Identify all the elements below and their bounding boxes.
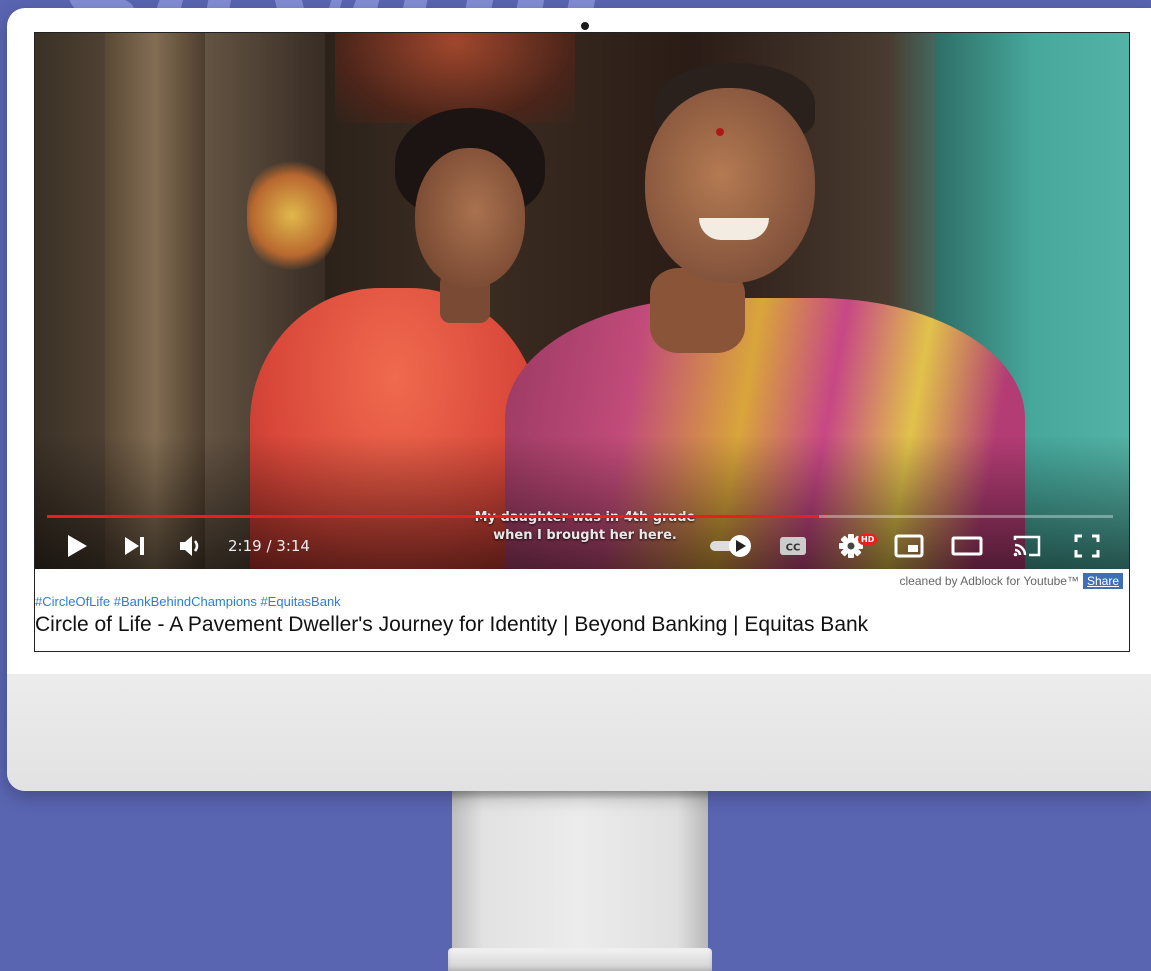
play-icon — [68, 535, 87, 557]
next-button[interactable] — [120, 525, 150, 567]
adblock-banner: cleaned by Adblock for Youtube™ Share — [899, 573, 1123, 589]
captions-icon: CC — [780, 537, 806, 555]
monitor-chin — [7, 674, 1151, 791]
share-button[interactable]: Share — [1082, 573, 1123, 589]
play-button[interactable] — [62, 525, 92, 567]
cast-icon — [1013, 535, 1041, 557]
video-hashtags[interactable]: #CircleOfLife #BankBehindChampions #Equi… — [35, 594, 341, 609]
hd-badge: HD — [858, 534, 878, 545]
player-controls: 2:19 / 3:14 CC — [35, 525, 1129, 567]
miniplayer-icon — [894, 534, 924, 558]
captions-button[interactable]: CC — [775, 525, 811, 567]
monitor: My daughter was in 4th grade when I brou… — [7, 8, 1151, 791]
fullscreen-icon — [1074, 534, 1100, 558]
progress-bar-played — [47, 515, 819, 518]
adblock-text: cleaned by Adblock for Youtube™ — [899, 574, 1079, 588]
screen: My daughter was in 4th grade when I brou… — [34, 32, 1130, 652]
theater-icon — [951, 536, 983, 556]
time-display: 2:19 / 3:14 — [228, 537, 310, 555]
monitor-stand-base — [448, 948, 712, 971]
miniplayer-button[interactable] — [891, 525, 927, 567]
video-title: Circle of Life - A Pavement Dweller's Jo… — [35, 613, 869, 636]
stand-shadow — [452, 790, 708, 800]
video-gradient-overlay — [35, 33, 1129, 569]
theater-mode-button[interactable] — [949, 525, 985, 567]
fullscreen-button[interactable] — [1069, 525, 1105, 567]
autoplay-toggle-icon — [710, 535, 751, 557]
monitor-stand — [452, 790, 708, 971]
captions-label: CC — [786, 543, 801, 554]
autoplay-toggle[interactable] — [707, 525, 755, 567]
settings-button[interactable] — [833, 525, 869, 567]
cast-button[interactable] — [1009, 525, 1045, 567]
next-icon — [125, 537, 144, 555]
volume-button[interactable] — [177, 525, 207, 567]
progress-bar[interactable] — [47, 515, 1113, 518]
video-player[interactable]: My daughter was in 4th grade when I brou… — [35, 33, 1129, 569]
video-info: cleaned by Adblock for Youtube™ Share #C… — [35, 569, 1129, 651]
volume-icon — [180, 536, 199, 556]
camera-icon — [581, 22, 589, 30]
